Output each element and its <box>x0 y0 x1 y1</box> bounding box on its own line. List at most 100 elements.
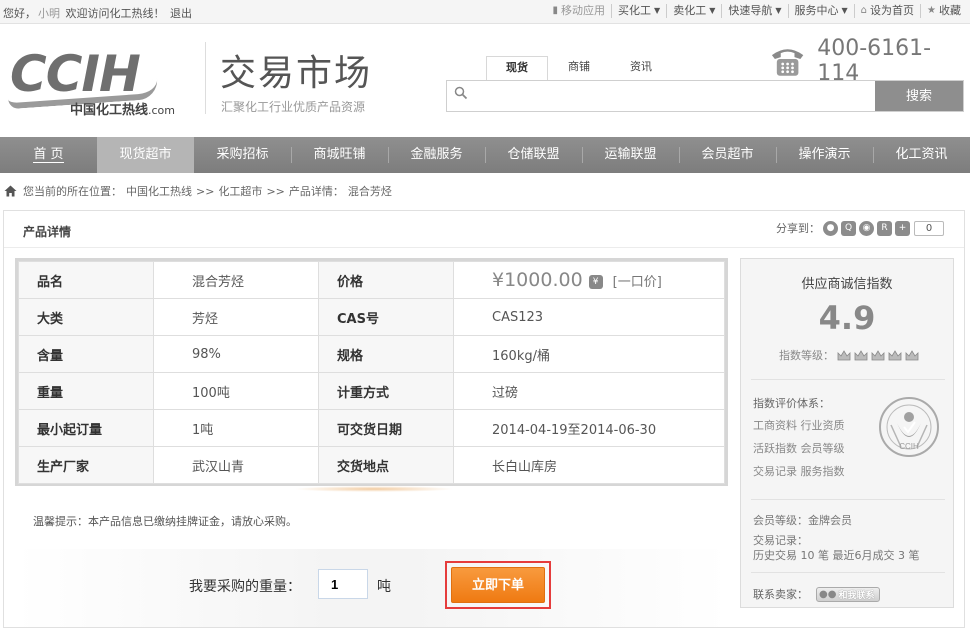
price-badge-icon: ¥ <box>588 275 603 289</box>
favorite-link[interactable]: ★ 收藏 <box>920 4 967 18</box>
maker-value: 武汉山青 <box>153 446 319 484</box>
nav-item-purchase-bid[interactable]: 采购招标 <box>194 137 291 173</box>
eval-item: 交易记录 服务指数 <box>753 465 845 478</box>
set-homepage-link[interactable]: ⌂ 设为首页 <box>853 4 920 18</box>
header-divider <box>205 42 206 114</box>
table-shadow <box>294 486 454 492</box>
service-center-menu[interactable]: 服务中心 ▼ <box>787 4 854 18</box>
quantity-unit: 吨 <box>377 579 391 595</box>
search-icon <box>454 86 468 100</box>
contact-seller: 联系卖家： ●● 和我联系 <box>753 586 880 602</box>
contact-label: 联系卖家： <box>753 588 808 601</box>
main-nav: 首 页 现货超市 采购招标 商城旺铺 金融服务 仓储联盟 运输联盟 会员超市 操… <box>0 137 970 173</box>
search-tab-news[interactable]: 资讯 <box>610 56 672 80</box>
quick-nav-label: 快速导航 <box>728 4 773 17</box>
caret-down-icon: ▼ <box>775 6 782 15</box>
card-divider <box>751 572 945 573</box>
credit-title: 供应商诚信指数 <box>801 277 893 292</box>
table-row: 大类 芳烃 CAS号 CAS123 <box>18 298 725 336</box>
home-icon: ⌂ <box>860 5 868 16</box>
delivery-date-key: 可交货日期 <box>318 409 454 447</box>
telephone-icon <box>771 49 804 76</box>
nav-item-transport[interactable]: 运输联盟 <box>582 137 679 173</box>
site-logo[interactable]: CCIH 中国化工热线.com <box>7 45 198 118</box>
product-info-table: 品名 混合芳烃 价格 ¥1000.00 ¥ [一口价] 大类 芳烃 CAS号 CAS… <box>15 258 728 486</box>
measure-value: 过磅 <box>453 372 725 410</box>
home-icon <box>4 185 17 197</box>
nav-item-demo[interactable]: 操作演示 <box>776 137 873 173</box>
mobile-app-link[interactable]: ▮ 移动应用 <box>547 4 612 18</box>
search-tab-spot[interactable]: 现货 <box>486 56 548 80</box>
service-center-label: 服务中心 <box>794 4 839 17</box>
share-qzone-icon[interactable]: Q <box>841 220 856 236</box>
eval-item: 活跃指数 会员等级 <box>753 442 845 455</box>
logo-text: CCIH <box>10 45 141 103</box>
nav-item-finance[interactable]: 金融服务 <box>388 137 485 173</box>
hotline: 400-6161-114 <box>768 36 970 86</box>
product-panel: 产品详情 分享到： ● Q ◉ R + 0 品名 混合芳烃 价格 ¥1000.0… <box>3 210 965 628</box>
panel-header: 产品详情 分享到： ● Q ◉ R + 0 <box>4 211 964 248</box>
name-value: 混合芳烃 <box>153 261 319 299</box>
place-order-button[interactable]: 立即下单 <box>451 567 545 603</box>
nav-item-label: 首 页 <box>33 147 64 163</box>
search-tab-shop[interactable]: 商铺 <box>548 56 610 80</box>
crown-icon <box>854 349 868 360</box>
weight-value: 100吨 <box>153 372 319 410</box>
share-chat-icon[interactable]: ● <box>823 220 838 236</box>
breadcrumb-market[interactable]: 化工超市 <box>218 183 262 199</box>
breadcrumb-detail: 产品详情： <box>288 185 344 198</box>
content-value: 98% <box>153 335 319 373</box>
share-more-icon[interactable]: + <box>895 220 910 236</box>
share-renren-icon[interactable]: R <box>877 220 892 236</box>
username[interactable]: 小明 <box>38 7 60 20</box>
breadcrumb-prefix: 您当前的所在位置： <box>23 185 122 198</box>
caret-down-icon: ▼ <box>841 6 848 15</box>
supplier-credit-card: 供应商诚信指数 4.9 指数等级： 指数评价体系： 工商资料 行业资质 活跃指数… <box>740 258 954 608</box>
mobile-app-label: 移动应用 <box>561 4 606 17</box>
nav-item-storage[interactable]: 仓储联盟 <box>485 137 582 173</box>
table-row: 含量 98% 规格 160kg/桶 <box>18 335 725 373</box>
credit-level: 指数等级： <box>779 347 919 363</box>
quantity-input[interactable] <box>318 569 368 599</box>
breadcrumb-sep: >> <box>196 184 215 198</box>
caret-down-icon: ▼ <box>654 6 661 15</box>
nav-item-news[interactable]: 化工资讯 <box>873 137 970 173</box>
nav-item-spot-market[interactable]: 现货超市 <box>97 137 194 173</box>
search-input[interactable] <box>475 85 875 107</box>
top-bar-links: ▮ 移动应用 买化工 ▼ 卖化工 ▼ 快速导航 ▼ 服务中心 ▼ ⌂ 设为首页 ★ 收藏 <box>547 4 967 18</box>
breadcrumb-home[interactable]: 中国化工热线 <box>126 183 192 199</box>
nav-item-mall-shop[interactable]: 商城旺铺 <box>291 137 388 173</box>
logout-link[interactable]: 退出 <box>170 7 192 20</box>
share-weibo-icon[interactable]: ◉ <box>859 220 874 236</box>
min-order-value: 1吨 <box>153 409 319 447</box>
crown-icon <box>888 349 902 360</box>
category-value: 芳烃 <box>153 298 319 336</box>
sell-chemical-menu[interactable]: 卖化工 ▼ <box>666 4 721 18</box>
page-slogan: 汇聚化工行业优质产品资源 <box>221 100 366 114</box>
quick-nav-menu[interactable]: 快速导航 ▼ <box>721 4 787 18</box>
share-label: 分享到： <box>776 222 820 235</box>
search-tabs: 现货 商铺 资讯 <box>486 56 672 80</box>
buy-chemical-menu[interactable]: 买化工 ▼ <box>611 4 666 18</box>
place-key: 交货地点 <box>318 446 454 484</box>
nav-item-home[interactable]: 首 页 <box>0 137 97 173</box>
spec-value: 160kg/桶 <box>453 335 725 373</box>
breadcrumb-sep: >> <box>266 184 285 198</box>
chat-bubble-icon: ●● <box>819 588 837 600</box>
content-key: 含量 <box>18 335 154 373</box>
logo-domain: .com <box>148 104 176 117</box>
favorite-label: 收藏 <box>939 4 961 17</box>
eval-title: 指数评价体系： <box>753 397 830 410</box>
nav-item-member-market[interactable]: 会员超市 <box>679 137 776 173</box>
place-value: 长白山库房 <box>453 446 725 484</box>
spec-key: 规格 <box>318 335 454 373</box>
welcome-text: 欢迎访问化工热线！ <box>65 7 165 20</box>
min-order-key: 最小起订量 <box>18 409 154 447</box>
trade-record-label: 交易记录： <box>753 534 808 547</box>
set-homepage-label: 设为首页 <box>870 4 915 17</box>
contact-me-button[interactable]: ●● 和我联系 <box>816 586 880 602</box>
buy-chemical-label: 买化工 <box>618 4 652 17</box>
star-icon: ★ <box>927 5 936 16</box>
measure-key: 计重方式 <box>318 372 454 410</box>
member-level: 会员等级：金牌会员 <box>753 514 852 527</box>
